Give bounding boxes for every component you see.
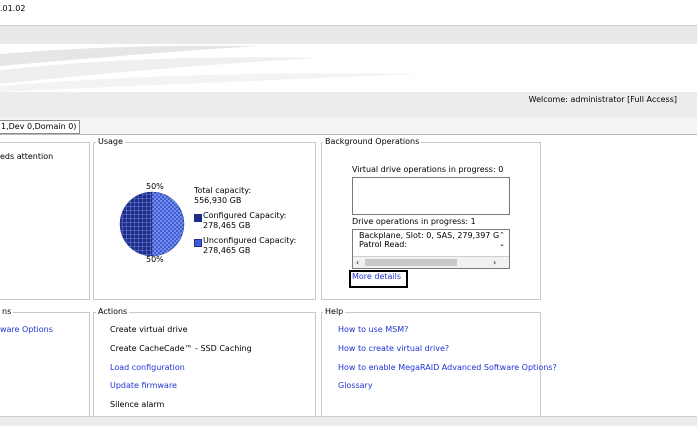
create-cachecade-action[interactable]: Create CacheCade™ - SSD Caching [110,344,252,353]
load-configuration-link[interactable]: Load configuration [110,363,185,372]
help-link-advanced-options[interactable]: How to enable MegaRAID Advanced Software… [338,363,557,372]
update-firmware-link[interactable]: Update firmware [110,381,177,390]
drive-op-line2: Patrol Read: [359,240,408,249]
chevron-left-icon[interactable]: ‹ [356,258,359,267]
help-link-use-msm[interactable]: How to use MSM? [338,325,408,334]
chevron-right-icon[interactable]: › [493,258,496,267]
vd-ops-label: Virtual drive operations in progress: 0 [352,165,504,174]
pie-slice-unconfigured [151,191,185,257]
window-title: .01.02 [0,4,26,13]
help-legend: Help [323,307,346,317]
background-operations-legend: Background Operations [323,137,422,147]
vd-ops-list[interactable] [352,177,510,215]
software-options-link[interactable]: ware Options [0,325,53,334]
scrollbar-thumb[interactable] [365,259,457,266]
title-bar: .01.02 [0,0,697,24]
total-capacity-label: Total capacity: [194,186,252,195]
configured-legend-swatch [194,214,202,222]
configured-capacity-value: 278,465 GB [203,221,251,230]
chevron-down-icon[interactable]: ⌄ [499,240,505,248]
configured-capacity-label: Configured Capacity: [203,211,287,220]
pie-slice-configured [119,191,153,257]
chevron-up-icon[interactable]: ⌃ [499,231,505,239]
usage-legend: Usage [96,137,125,147]
silence-alarm-action[interactable]: Silence alarm [110,400,164,409]
create-virtual-drive-action[interactable]: Create virtual drive [110,325,188,334]
tab-controller-label: 1,Dev 0,Domain 0) [1,122,77,131]
left-bottom-legend: ns [0,307,14,317]
menu-bar [0,25,697,45]
more-details-link[interactable]: More details [352,272,401,281]
drive-ops-label: Drive operations in progress: 1 [352,217,476,226]
help-link-create-vd[interactable]: How to create virtual drive? [338,344,449,353]
status-panel [0,142,90,300]
total-capacity-value: 556,930 GB [194,196,242,205]
header-banner [0,44,697,92]
welcome-text: Welcome: administrator [Full Access] [528,95,677,104]
unconfigured-legend-swatch [194,239,202,247]
drive-op-line1: Backplane, Slot: 0, SAS, 279,397 GB, O [359,231,499,240]
horizontal-scrollbar[interactable]: ‹ › [353,256,509,268]
drive-ops-list[interactable]: Backplane, Slot: 0, SAS, 279,397 GB, O P… [352,229,510,269]
pie-top-label: 50% [146,182,164,191]
unconfigured-capacity-value: 278,465 GB [203,246,251,255]
pie-bottom-label: 50% [146,255,164,264]
usage-pie-chart [119,191,185,257]
unconfigured-capacity-label: Unconfigured Capacity: [203,236,297,245]
status-text: eds attention [0,152,54,161]
banner-swoosh-graphic [0,45,420,92]
tab-strip [0,118,697,135]
actions-legend: Actions [96,307,130,317]
tab-controller[interactable]: 1,Dev 0,Domain 0) [0,120,81,134]
help-link-glossary[interactable]: Glossary [338,381,373,390]
